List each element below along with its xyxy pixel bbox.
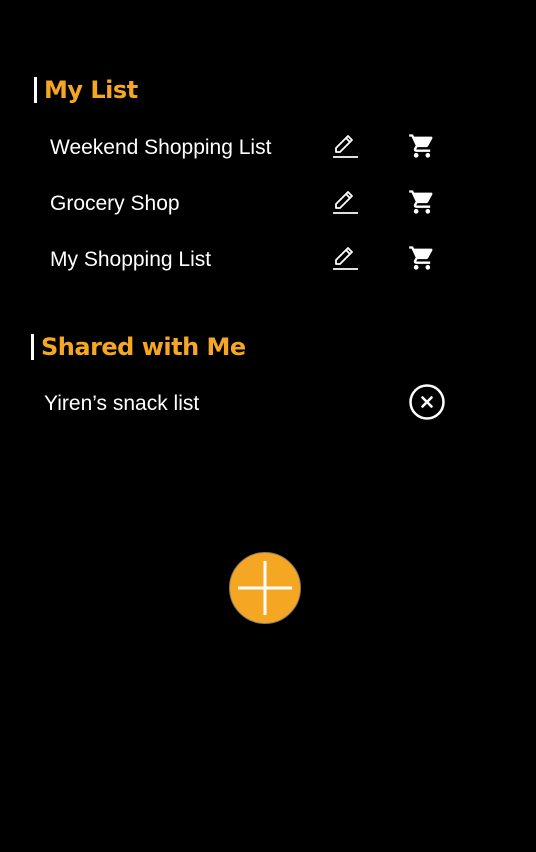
list-item-label[interactable]: Weekend Shopping List: [50, 136, 271, 160]
plus-icon: [238, 561, 292, 615]
section-marker: [34, 77, 37, 103]
pencil-icon[interactable]: [331, 188, 359, 216]
shared-title: Shared with Me: [41, 333, 246, 361]
list-item-label[interactable]: Grocery Shop: [50, 192, 180, 216]
list-item-label[interactable]: My Shopping List: [50, 248, 211, 272]
shared-list-item-label[interactable]: Yiren’s snack list: [44, 392, 199, 416]
list-item[interactable]: Grocery Shop: [0, 184, 536, 224]
pencil-icon[interactable]: [331, 132, 359, 160]
cart-icon[interactable]: [408, 188, 436, 216]
pencil-icon[interactable]: [331, 244, 359, 272]
list-item[interactable]: Weekend Shopping List: [0, 128, 536, 168]
my-list-title: My List: [44, 76, 138, 104]
cart-icon[interactable]: [408, 132, 436, 160]
list-item[interactable]: My Shopping List: [0, 240, 536, 280]
shared-header: Shared with Me: [31, 333, 246, 361]
my-list-header: My List: [34, 76, 138, 104]
section-marker: [31, 334, 34, 360]
cart-icon[interactable]: [408, 244, 436, 272]
add-list-button[interactable]: [229, 552, 301, 624]
close-circle-icon[interactable]: [408, 383, 446, 421]
